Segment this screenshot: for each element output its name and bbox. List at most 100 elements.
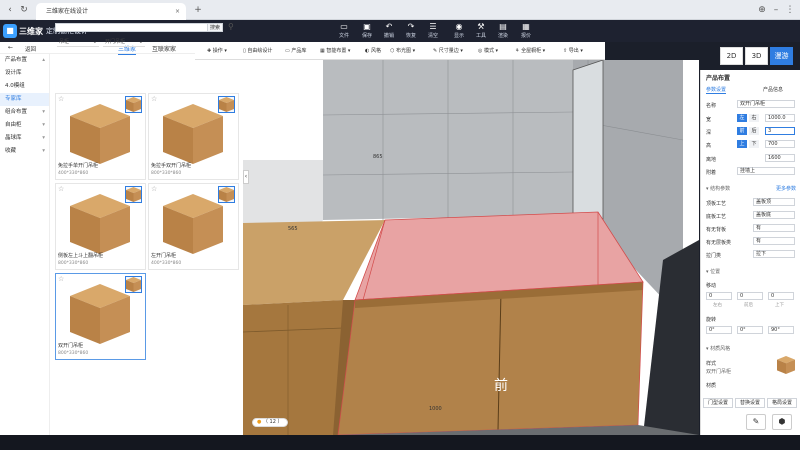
back-arrow-icon[interactable]: ← [8,44,13,51]
tool-smart-layout[interactable]: ▦ 智能布置 ▾ [320,47,350,54]
tool-whole-house[interactable]: ⚘ 全屋橱柜 ▾ [515,47,545,54]
attach-select[interactable]: 挂墙上 [737,167,795,175]
browser-tab[interactable]: 三维家在线设计 × [36,3,186,20]
menu-icon[interactable]: ⋮ [784,4,796,16]
tab-close-icon[interactable]: × [175,3,180,20]
star-icon[interactable]: ☆ [151,185,157,193]
product-card-3[interactable]: ☆ 侧板左上斗上翻吊柜 800*330*860 [55,183,146,270]
filter-dropdown-1[interactable]: 吊柜 ⌄ [57,38,99,47]
tool-operate[interactable]: ✚ 操作 ▾ [207,47,227,54]
product-card-1[interactable]: ☆ 免拉手单开门吊柜 400*330*860 [55,93,146,180]
search-button[interactable]: 搜索 [207,23,223,32]
view-2d-button[interactable]: 2D [720,47,743,65]
param-select-2[interactable]: 盖板底 [753,211,795,219]
thumb-toggle[interactable] [218,96,235,113]
cat-design-lib[interactable]: 设计库 [0,67,49,80]
depth-back-seg[interactable]: 后 [749,127,759,135]
quote-button[interactable]: ▦ 报价 [515,22,537,41]
minimize-icon[interactable]: – [770,4,782,16]
move-x-input[interactable]: 0 [706,292,732,300]
height-down-seg[interactable]: 下 [749,140,759,148]
product-card-4[interactable]: ☆ 左开门吊柜 400*330*860 [148,183,239,270]
tools-button[interactable]: ⚒ 工具 [470,22,492,41]
save-button[interactable]: ▣ 保存 [356,22,378,41]
param-select-4[interactable]: 有 [753,237,795,245]
extension-icon[interactable]: ⊕ [756,4,768,16]
rotate-z-input[interactable]: 90° [768,326,794,334]
height-up-seg[interactable]: 上 [737,140,747,148]
move-z-input[interactable]: 0 [768,292,794,300]
move-y-input[interactable]: 0 [737,292,763,300]
attach-label: 附着 [706,170,717,176]
collapse-handle[interactable]: ‹ [243,170,249,184]
back-icon[interactable]: ‹ [4,4,16,16]
cat-module[interactable]: 4.0模组 [0,80,49,93]
filter-icon[interactable]: ⚲ [228,22,234,31]
param-label-1: 顶板工艺 [706,201,727,207]
width-left-seg[interactable]: 左 [737,114,747,122]
move-y-sub: 前后 [744,303,753,308]
tool-free-draw[interactable]: ▯ 自由绘设计 [243,47,272,54]
new-tab-icon[interactable]: + [192,4,204,16]
undo-button[interactable]: ↶ 撤销 [378,22,400,41]
cat-crystal[interactable]: 晶球库 ▾ [0,132,49,145]
search-input[interactable] [55,23,223,32]
back-link[interactable]: 返回 [25,45,36,53]
door-setting-button[interactable]: 门型设置 [703,398,733,408]
tool-style[interactable]: ◐ 风格 [365,47,381,54]
star-icon[interactable]: ☆ [58,275,64,283]
view-3d-button[interactable]: 3D [745,47,768,65]
refresh-icon[interactable]: ↻ [18,4,30,16]
thumb-toggle[interactable] [125,276,142,293]
param-label-2: 底板工艺 [706,214,727,220]
tool-mode[interactable]: ◎ 模式 ▾ [478,47,498,54]
thumb-toggle[interactable] [218,186,235,203]
redo-button[interactable]: ↷ 恢复 [400,22,422,41]
star-icon[interactable]: ☆ [58,95,64,103]
tab-hulian[interactable]: 互联家家 [152,44,176,53]
tool-export[interactable]: ⇪ 导出 ▾ [563,47,583,54]
more-params-link[interactable]: 更多参数 [776,185,796,192]
param-select-3[interactable]: 有 [753,224,795,232]
width-input[interactable]: 1000.0 [765,114,795,122]
cat-combo[interactable]: 组合布置 ▾ [0,106,49,119]
3d-viewport[interactable]: 865 565 1000 前 前 [243,60,699,435]
layout-setting-button[interactable]: 格局设置 [767,398,797,408]
height-input[interactable]: 700 [765,140,795,148]
tool-product-lib[interactable]: ▭ 产品库 [285,47,306,54]
file-button[interactable]: ▭ 文件 [333,22,355,41]
tool-measure[interactable]: ✎ 尺寸量边 ▾ [433,47,463,54]
card-name: 左开门吊柜 [151,253,177,259]
clear-button[interactable]: ☰ 清空 [422,22,444,41]
depth-front-seg[interactable]: 前 [737,127,747,135]
rotate-x-input[interactable]: 0° [706,326,732,334]
width-right-seg[interactable]: 右 [749,114,759,122]
cat-product-layout[interactable]: 产品布置 ▴ [0,54,49,67]
cat-expert[interactable]: 专家库 [0,93,49,106]
filter-dropdown-2[interactable]: 开门吊柜 ⌄ [103,38,145,47]
tab-params[interactable]: 参数设置 [706,86,727,94]
rotate-y-input[interactable]: 0° [737,326,763,334]
star-icon[interactable]: ☆ [151,95,157,103]
product-card-2[interactable]: ☆ 免拉手双开门吊柜 800*330*860 [148,93,239,180]
brush-icon[interactable]: ✎ [746,414,766,430]
display-button[interactable]: ◉ 显示 [448,22,470,41]
style-thumbnail[interactable] [777,356,795,374]
name-field[interactable]: 双开门吊柜 [737,100,795,108]
star-icon[interactable]: ☆ [58,185,64,193]
offground-input[interactable]: 1600 [765,154,795,162]
thumb-toggle[interactable] [125,96,142,113]
tool-light[interactable]: ⬡ 布光图 ▾ [390,47,415,54]
replace-setting-button[interactable]: 替换设置 [735,398,765,408]
cat-free-cabinet[interactable]: 自由柜 ▾ [0,119,49,132]
render-button[interactable]: ▤ 渲染 [492,22,514,41]
tab-product-info[interactable]: 产品信息 [763,86,783,93]
cube-icon[interactable]: ⬢ [772,414,792,430]
depth-input[interactable]: 3 [765,127,795,135]
cat-favorites[interactable]: 收藏 ▾ [0,145,49,158]
thumb-toggle[interactable] [125,186,142,203]
param-select-1[interactable]: 盖板顶 [753,198,795,206]
param-select-5[interactable]: 拉下 [753,250,795,258]
roam-button[interactable]: 漫游 [770,47,793,65]
product-card-5[interactable]: ☆ 双开门吊柜 800*330*860 [55,273,146,360]
